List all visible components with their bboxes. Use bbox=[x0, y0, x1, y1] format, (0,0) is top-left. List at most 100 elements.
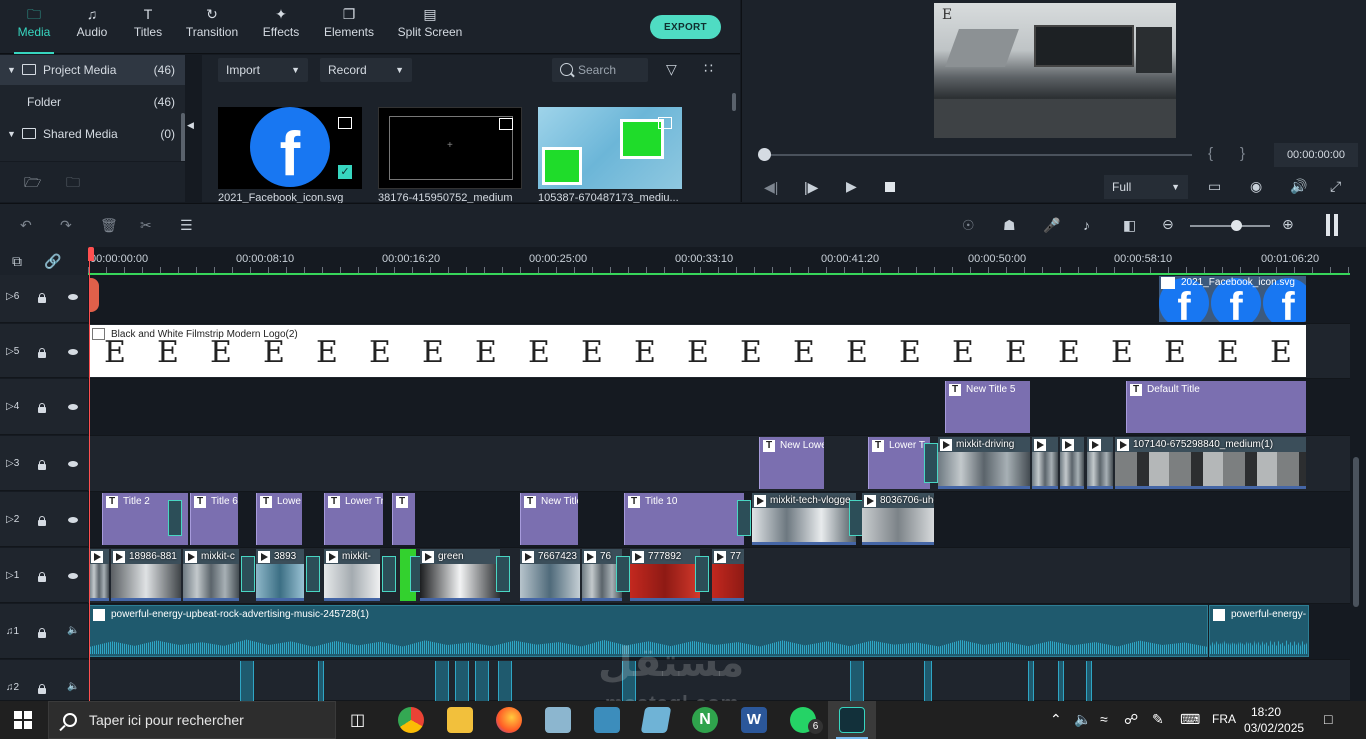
step-back-icon[interactable]: ◀| bbox=[764, 179, 778, 196]
audio-blip[interactable] bbox=[498, 661, 512, 701]
transition-marker[interactable] bbox=[737, 500, 751, 536]
eye-icon[interactable] bbox=[68, 349, 78, 355]
clip-audio[interactable]: powerful-energy-upbeat-rock-advertising-… bbox=[89, 605, 1208, 657]
firefox-icon[interactable] bbox=[496, 707, 522, 733]
tab-elements[interactable]: ❐ Elements bbox=[323, 6, 375, 48]
microphone-icon[interactable]: 🎤 bbox=[1043, 217, 1060, 234]
quality-dropdown[interactable]: Full ▼ bbox=[1104, 175, 1188, 199]
clip-video[interactable]: mixkit- bbox=[324, 549, 380, 601]
audio-blip[interactable] bbox=[1028, 661, 1034, 701]
clip-video[interactable]: 77 bbox=[712, 549, 744, 601]
clip-video[interactable] bbox=[1032, 437, 1058, 489]
cut-icon[interactable]: ✂ bbox=[140, 217, 152, 234]
import-folder-icon[interactable]: 🗀 bbox=[66, 172, 80, 196]
lane-audio-2[interactable] bbox=[88, 660, 1350, 701]
n-app-icon[interactable]: N bbox=[692, 707, 718, 733]
clip-video[interactable] bbox=[1060, 437, 1084, 489]
render-icon[interactable]: ☉ bbox=[962, 217, 975, 234]
word-icon[interactable]: W bbox=[741, 707, 767, 733]
lock-icon[interactable] bbox=[38, 403, 46, 413]
preview-progress-track[interactable] bbox=[764, 154, 1192, 156]
eye-icon[interactable] bbox=[68, 517, 78, 523]
photos-app-icon[interactable] bbox=[545, 707, 571, 733]
mark-in-button[interactable]: { bbox=[1208, 145, 1213, 162]
transition-marker[interactable] bbox=[306, 556, 320, 592]
clip-title[interactable]: T Title 10 bbox=[624, 493, 744, 545]
tab-effects[interactable]: ✦ Effects bbox=[261, 6, 301, 48]
lock-icon[interactable] bbox=[38, 684, 46, 694]
audio-blip[interactable] bbox=[622, 661, 636, 701]
wifi-icon[interactable]: ≈ bbox=[1100, 711, 1108, 727]
audio-blip[interactable] bbox=[850, 661, 864, 701]
transition-marker[interactable] bbox=[241, 556, 255, 592]
clip-title[interactable]: T New Title 5 bbox=[945, 381, 1030, 433]
clip-video[interactable]: 107140-675298840_medium(1) bbox=[1115, 437, 1306, 489]
clip-element[interactable] bbox=[89, 278, 99, 312]
undo-icon[interactable]: ↶ bbox=[20, 217, 32, 234]
windows-start-button[interactable] bbox=[14, 711, 32, 729]
lock-icon[interactable] bbox=[38, 293, 46, 303]
clip-title[interactable]: T Lower Tr bbox=[324, 493, 383, 545]
zoom-in-icon[interactable]: ⊕ bbox=[1282, 216, 1294, 233]
media-scrollbar[interactable] bbox=[732, 93, 736, 111]
clip-video[interactable]: mixkit-driving bbox=[938, 437, 1030, 489]
audio-blip[interactable] bbox=[318, 661, 324, 701]
search-input[interactable]: Search bbox=[552, 58, 648, 82]
media-thumb-38176[interactable]: + bbox=[378, 107, 522, 189]
audio-blip[interactable] bbox=[1086, 661, 1092, 701]
tab-split-screen[interactable]: ▤ Split Screen bbox=[397, 6, 463, 48]
audio-mixer-icon[interactable]: ♪ bbox=[1083, 217, 1090, 233]
keyboard-icon[interactable]: ⌨ bbox=[1180, 711, 1200, 728]
collapse-panel-icon[interactable]: ◀ bbox=[187, 120, 194, 131]
clip-title[interactable]: T Default Title bbox=[1126, 381, 1306, 433]
taskbar-search-input[interactable]: Taper ici pour rechercher bbox=[48, 701, 336, 739]
file-explorer-icon[interactable] bbox=[447, 707, 473, 733]
playhead-handle[interactable] bbox=[88, 247, 94, 261]
clip-title[interactable]: T New Lowe bbox=[759, 437, 824, 489]
tree-scrollbar[interactable] bbox=[181, 113, 185, 161]
audio-blip[interactable] bbox=[924, 661, 932, 701]
delete-icon[interactable]: 🗑 bbox=[100, 217, 118, 234]
media-thumb-facebook[interactable]: f ✓ bbox=[218, 107, 362, 189]
filter-icon[interactable]: ▽ bbox=[666, 61, 677, 78]
link-icon[interactable]: 🔗 bbox=[44, 253, 61, 270]
clip-facebook-icon[interactable]: f f f 2021_Facebook_icon.svg bbox=[1159, 276, 1306, 322]
transition-marker[interactable] bbox=[168, 500, 182, 536]
clip-title[interactable]: T Lower T bbox=[868, 437, 930, 489]
eye-icon[interactable] bbox=[68, 404, 78, 410]
clip-video[interactable] bbox=[1087, 437, 1113, 489]
zoom-slider-handle[interactable] bbox=[1231, 220, 1242, 231]
tab-media[interactable]: 🗀 Media bbox=[14, 6, 54, 54]
lock-icon[interactable] bbox=[38, 460, 46, 470]
speaker-icon[interactable]: 🔈 bbox=[67, 625, 79, 636]
pip-icon[interactable]: ◧ bbox=[1123, 217, 1136, 234]
calculator-icon[interactable] bbox=[594, 707, 620, 733]
transition-marker[interactable] bbox=[924, 443, 938, 483]
add-track-icon[interactable]: ⧉ bbox=[12, 253, 22, 270]
pen-icon[interactable]: ✎ bbox=[1152, 711, 1164, 728]
export-button[interactable]: EXPORT bbox=[650, 15, 721, 39]
clip-video[interactable]: mixkit-c bbox=[183, 549, 239, 601]
lock-icon[interactable] bbox=[38, 628, 46, 638]
snapshot-icon[interactable]: ◉ bbox=[1250, 178, 1262, 195]
clip-video[interactable]: 777892 bbox=[630, 549, 700, 601]
audio-blip[interactable] bbox=[435, 661, 449, 701]
audio-blip[interactable] bbox=[240, 661, 254, 701]
notifications-icon[interactable]: □ bbox=[1324, 711, 1332, 727]
clip-video[interactable]: 18986-881 bbox=[111, 549, 181, 601]
volume-icon[interactable]: 🔊 bbox=[1290, 178, 1307, 195]
transition-marker[interactable] bbox=[382, 556, 396, 592]
lock-icon[interactable] bbox=[38, 572, 46, 582]
new-folder-icon[interactable]: 🗁 bbox=[24, 172, 41, 196]
transition-marker[interactable] bbox=[496, 556, 510, 592]
tree-item-folder[interactable]: Folder (46) bbox=[0, 87, 185, 117]
clip-video[interactable]: mixkit-tech-vlogge bbox=[752, 493, 856, 545]
scrollbar-thumb[interactable] bbox=[1353, 457, 1359, 607]
tree-item-project-media[interactable]: ▼ Project Media (46) bbox=[0, 55, 185, 85]
clip-video[interactable] bbox=[89, 549, 109, 601]
clip-audio[interactable]: powerful-energy- bbox=[1209, 605, 1309, 657]
transition-marker[interactable] bbox=[616, 556, 630, 592]
record-dropdown[interactable]: Record ▼ bbox=[320, 58, 412, 82]
import-dropdown[interactable]: Import ▼ bbox=[218, 58, 308, 82]
play-icon[interactable]: ▶ bbox=[846, 178, 857, 195]
